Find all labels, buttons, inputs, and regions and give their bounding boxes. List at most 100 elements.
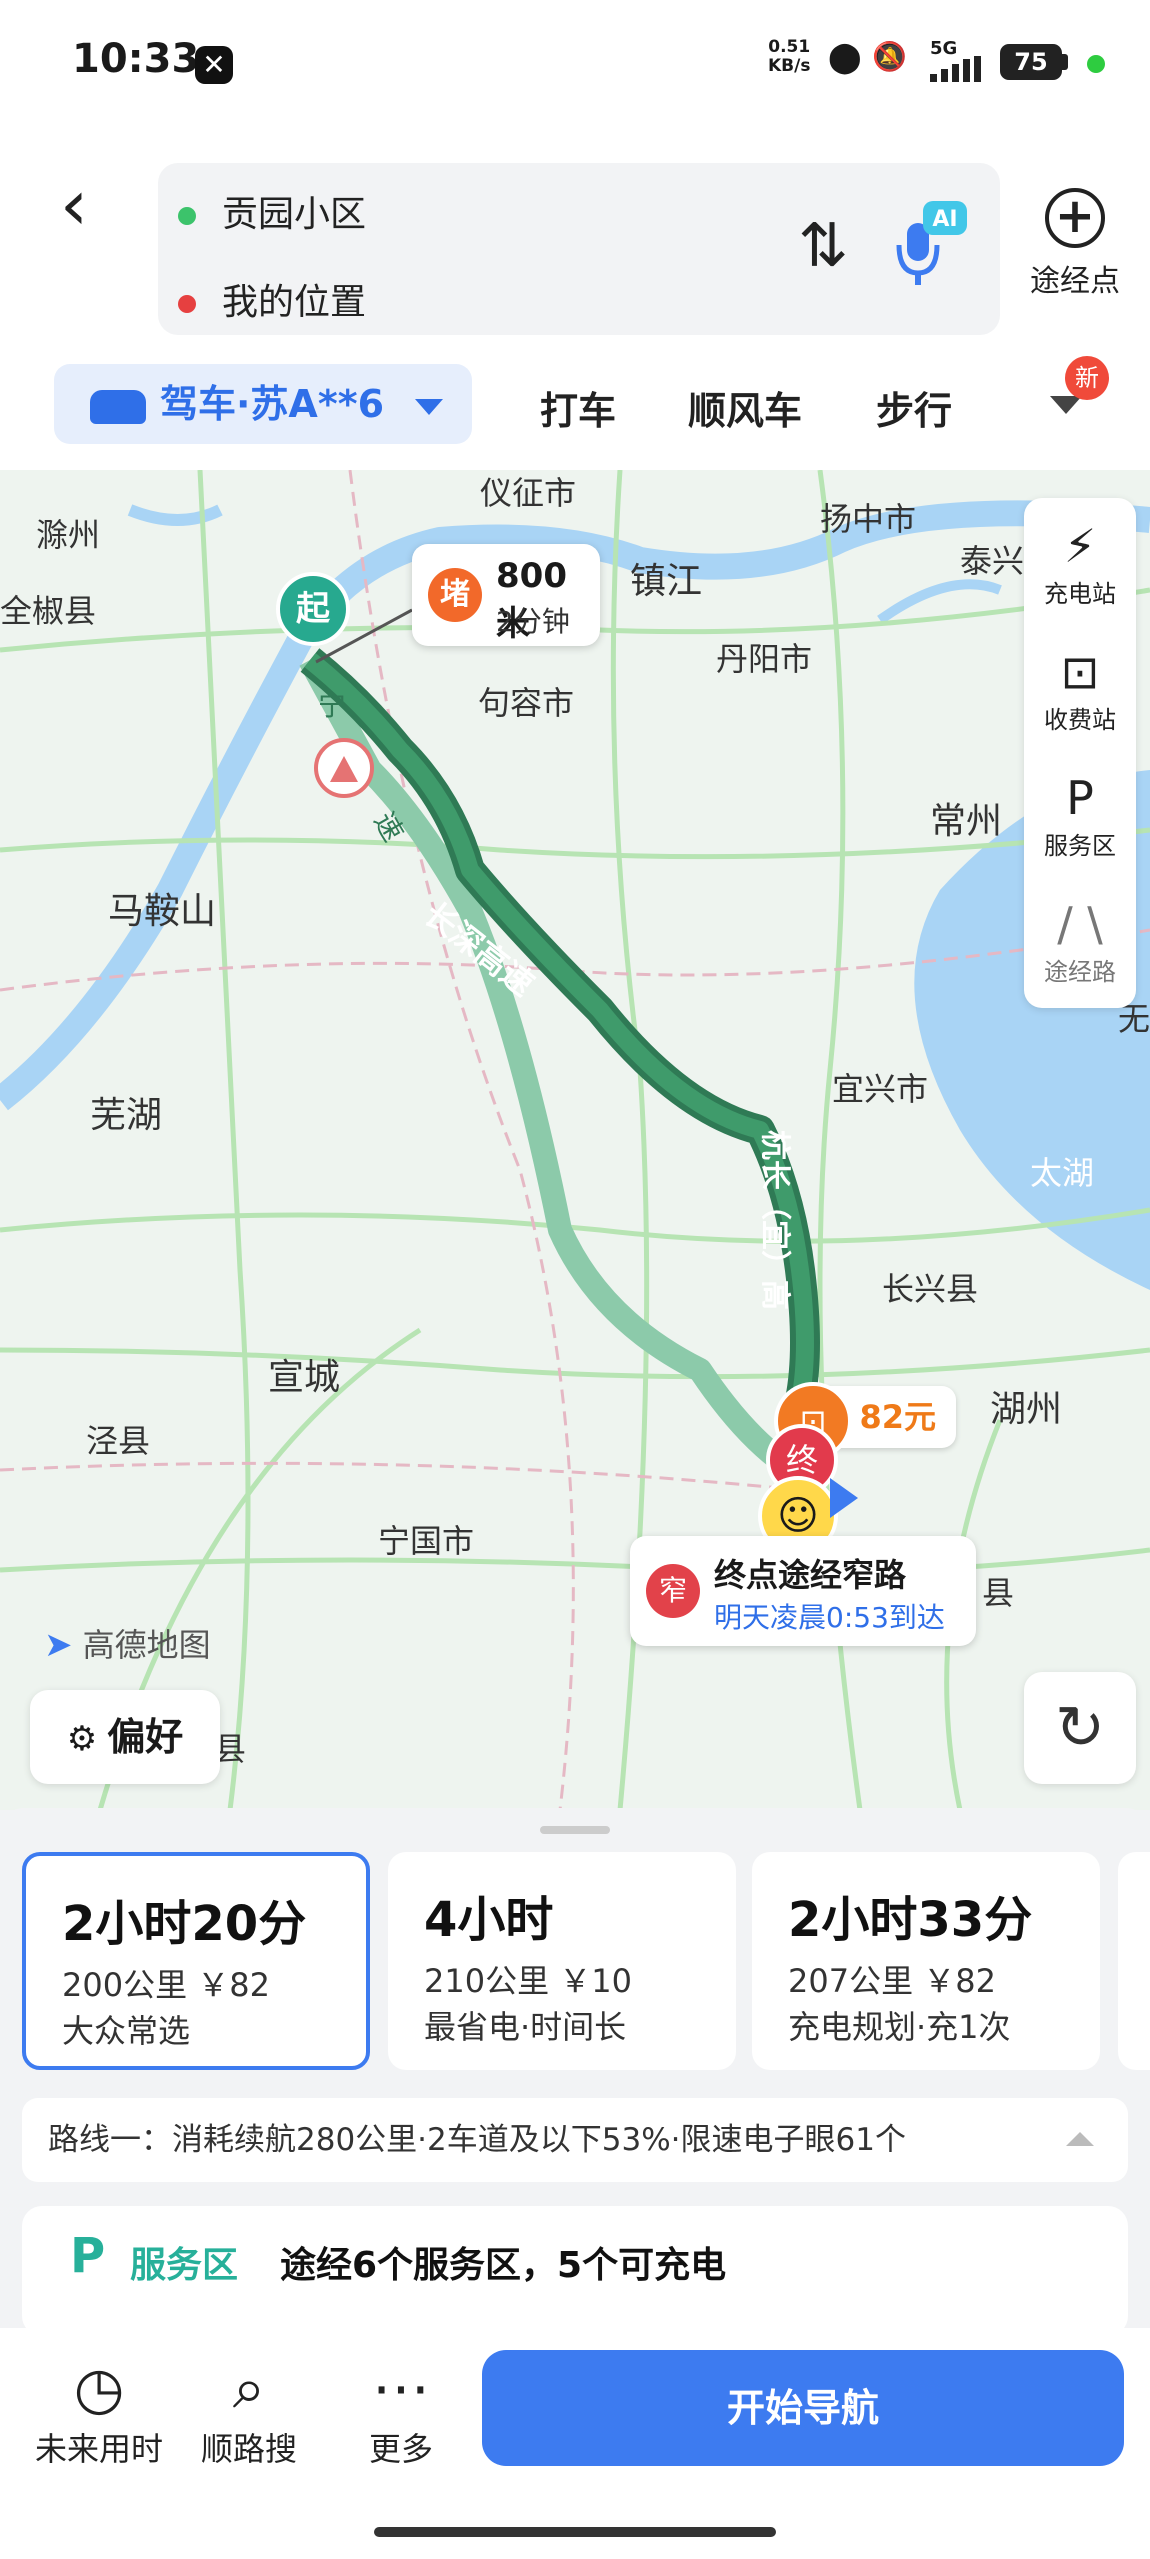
map-view[interactable]: 仪征市 扬中市 滁州 全椒县 镇江 丹阳市 句容市 泰兴 常州 马鞍山 芜湖 宜… — [0, 470, 1150, 1810]
sheet-handle[interactable] — [540, 1826, 610, 1834]
destination-text: 我的位置 — [222, 282, 367, 323]
route-distance-cost: 210公里 ￥10 — [424, 1962, 632, 2000]
net-speed: 0.51 KB/s — [768, 38, 810, 76]
city-label: 长兴县 — [882, 1270, 979, 1308]
battery-level: 75 — [1000, 44, 1062, 80]
service-area-card[interactable]: P 服务区 途经6个服务区，5个可充电 — [22, 2206, 1128, 2336]
map-side-toolbar: ⚡ 充电站 ⊡ 收费站 P 服务区 / \ 途经路 — [1024, 498, 1136, 1008]
future-time-label: 未来用时 — [34, 2430, 163, 2468]
tab-carpool[interactable]: 顺风车 — [688, 380, 802, 435]
route-tag: 充电规划·充1次 — [788, 2008, 1011, 2046]
battery-icon — [1062, 54, 1068, 70]
route-info-bar[interactable]: 路线一：消耗续航280公里·2车道及以下53%·限速电子眼61个 — [22, 2098, 1128, 2182]
search-along-label: 顺路搜 — [200, 2430, 297, 2468]
city-label: 扬中市 — [820, 500, 917, 538]
map-logo: ➤ 高德地图 — [44, 1620, 211, 1666]
route-time: 4小时 — [424, 1892, 554, 1948]
waypoint-road-icon: / \ — [1057, 897, 1103, 951]
status-time: 10:33 — [72, 36, 200, 82]
service-area-icon: P — [70, 2228, 106, 2284]
chevron-down-icon — [415, 398, 444, 415]
car-icon — [90, 389, 146, 424]
city-label: 宣城 — [268, 1357, 341, 1398]
waypoint-road-label: 途经路 — [1044, 958, 1116, 986]
charging-icon: ⚡ — [1063, 519, 1097, 573]
map-canvas — [0, 470, 1150, 1810]
search-along-button[interactable]: ⌕ 顺路搜 — [174, 2352, 324, 2470]
tab-walk[interactable]: 步行 — [876, 380, 952, 435]
narrow-road-badge: 窄 — [646, 1564, 700, 1618]
home-indicator[interactable] — [374, 2527, 776, 2537]
tab-drive-label: 驾车·苏A**6 — [160, 382, 385, 426]
jam-time: 2分钟 — [496, 605, 570, 638]
start-marker[interactable]: 起 — [276, 572, 350, 646]
ai-voice-icon[interactable]: AI — [893, 201, 967, 291]
toll-station-button[interactable]: ⊡ 收费站 — [1024, 644, 1136, 735]
more-modes-icon[interactable] — [1050, 396, 1082, 414]
jam-badge: 堵 — [428, 568, 482, 622]
signal-icon — [930, 56, 990, 86]
service-area-summary: 途经6个服务区，5个可充电 — [280, 2245, 727, 2286]
add-waypoint-label: 途经点 — [1030, 264, 1120, 299]
toll-icon: ⊡ — [1060, 645, 1100, 699]
origin-field[interactable]: 贡园小区 — [178, 185, 678, 237]
mute-icon: 🔕 — [872, 40, 907, 73]
preference-label: 偏好 — [107, 1715, 184, 1759]
new-badge: 新 — [1065, 356, 1109, 400]
city-label: 马鞍山 — [108, 891, 217, 932]
more-icon: ⋯ — [372, 2354, 430, 2422]
service-area-title: 服务区 — [130, 2245, 239, 2286]
more-label: 更多 — [368, 2430, 433, 2468]
city-label: 芜湖 — [90, 1095, 163, 1136]
city-label: 泰兴 — [960, 542, 1025, 580]
swap-icon[interactable]: ⇅ — [798, 211, 848, 281]
location-icon: ⬤ — [828, 40, 862, 75]
route-option-1[interactable]: 2小时20分 200公里 ￥82 大众常选 — [22, 1852, 370, 2070]
net-speed-value: 0.51 — [768, 37, 811, 57]
net-speed-unit: KB/s — [768, 56, 811, 76]
route-option-2[interactable]: 4小时 210公里 ￥10 最省电·时间长 — [388, 1852, 736, 2070]
route-option-3[interactable]: 2小时33分 207公里 ￥82 充电规划·充1次 — [752, 1852, 1100, 2070]
service-area-button[interactable]: P 服务区 — [1024, 770, 1136, 861]
back-icon[interactable]: ‹ — [60, 170, 120, 250]
toll-station-label: 收费站 — [1044, 706, 1116, 734]
app-notification-icon: ✕ — [195, 46, 233, 84]
narrow-road-title: 终点途经窄路 — [714, 1556, 907, 1594]
road-label: 宁 — [318, 689, 347, 722]
narrow-road-notice[interactable]: 窄 终点途经窄路 明天凌晨0:53到达 — [630, 1536, 976, 1646]
route-distance-cost: 207公里 ￥82 — [788, 1962, 996, 2000]
plus-icon: + — [1045, 188, 1105, 248]
preference-button[interactable]: ⚙ 偏好 — [30, 1690, 220, 1784]
origin-dot-icon — [178, 207, 196, 225]
destination-dot-icon — [178, 295, 196, 313]
city-label: 镇江 — [630, 561, 703, 602]
chevron-up-icon[interactable] — [1066, 2132, 1094, 2146]
service-area-label: 服务区 — [1044, 832, 1116, 860]
more-button[interactable]: ⋯ 更多 — [326, 2352, 476, 2470]
refresh-icon[interactable]: ↻ — [1024, 1672, 1136, 1784]
route-tag: 大众常选 — [62, 2012, 191, 2050]
future-time-button[interactable]: ◷ 未来用时 — [24, 2352, 174, 2470]
tab-drive[interactable]: 驾车·苏A**6 — [54, 364, 472, 444]
charging-station-label: 充电站 — [1044, 580, 1116, 608]
waypoint-road-button[interactable]: / \ 途经路 — [1024, 896, 1136, 987]
privacy-dot — [1087, 55, 1105, 73]
clock-icon: ◷ — [73, 2354, 125, 2422]
charging-station-button[interactable]: ⚡ 充电站 — [1024, 518, 1136, 609]
city-label: 县 — [982, 1574, 1015, 1612]
city-label: 仪征市 — [480, 474, 577, 512]
traffic-jam-callout[interactable]: 堵 800米 2分钟 — [412, 544, 600, 646]
amap-logo-icon: ➤ — [44, 1625, 73, 1665]
city-label: 湖州 — [990, 1389, 1063, 1430]
arrival-time: 明天凌晨0:53到达 — [714, 1601, 945, 1634]
city-label: 全椒县 — [0, 592, 97, 630]
origin-text: 贡园小区 — [222, 194, 367, 235]
route-input-box: 贡园小区 我的位置 ⇅ AI — [158, 163, 1000, 335]
destination-field[interactable]: 我的位置 — [178, 273, 678, 325]
route-option-next-peek[interactable] — [1118, 1852, 1150, 2070]
route-distance-cost: 200公里 ￥82 — [62, 1966, 270, 2004]
add-waypoint-button[interactable]: + 途经点 — [1020, 188, 1130, 300]
road-label: 杭长（宜）高 — [757, 1130, 792, 1310]
start-navigation-button[interactable]: 开始导航 — [482, 2350, 1124, 2466]
tab-taxi[interactable]: 打车 — [540, 380, 616, 435]
